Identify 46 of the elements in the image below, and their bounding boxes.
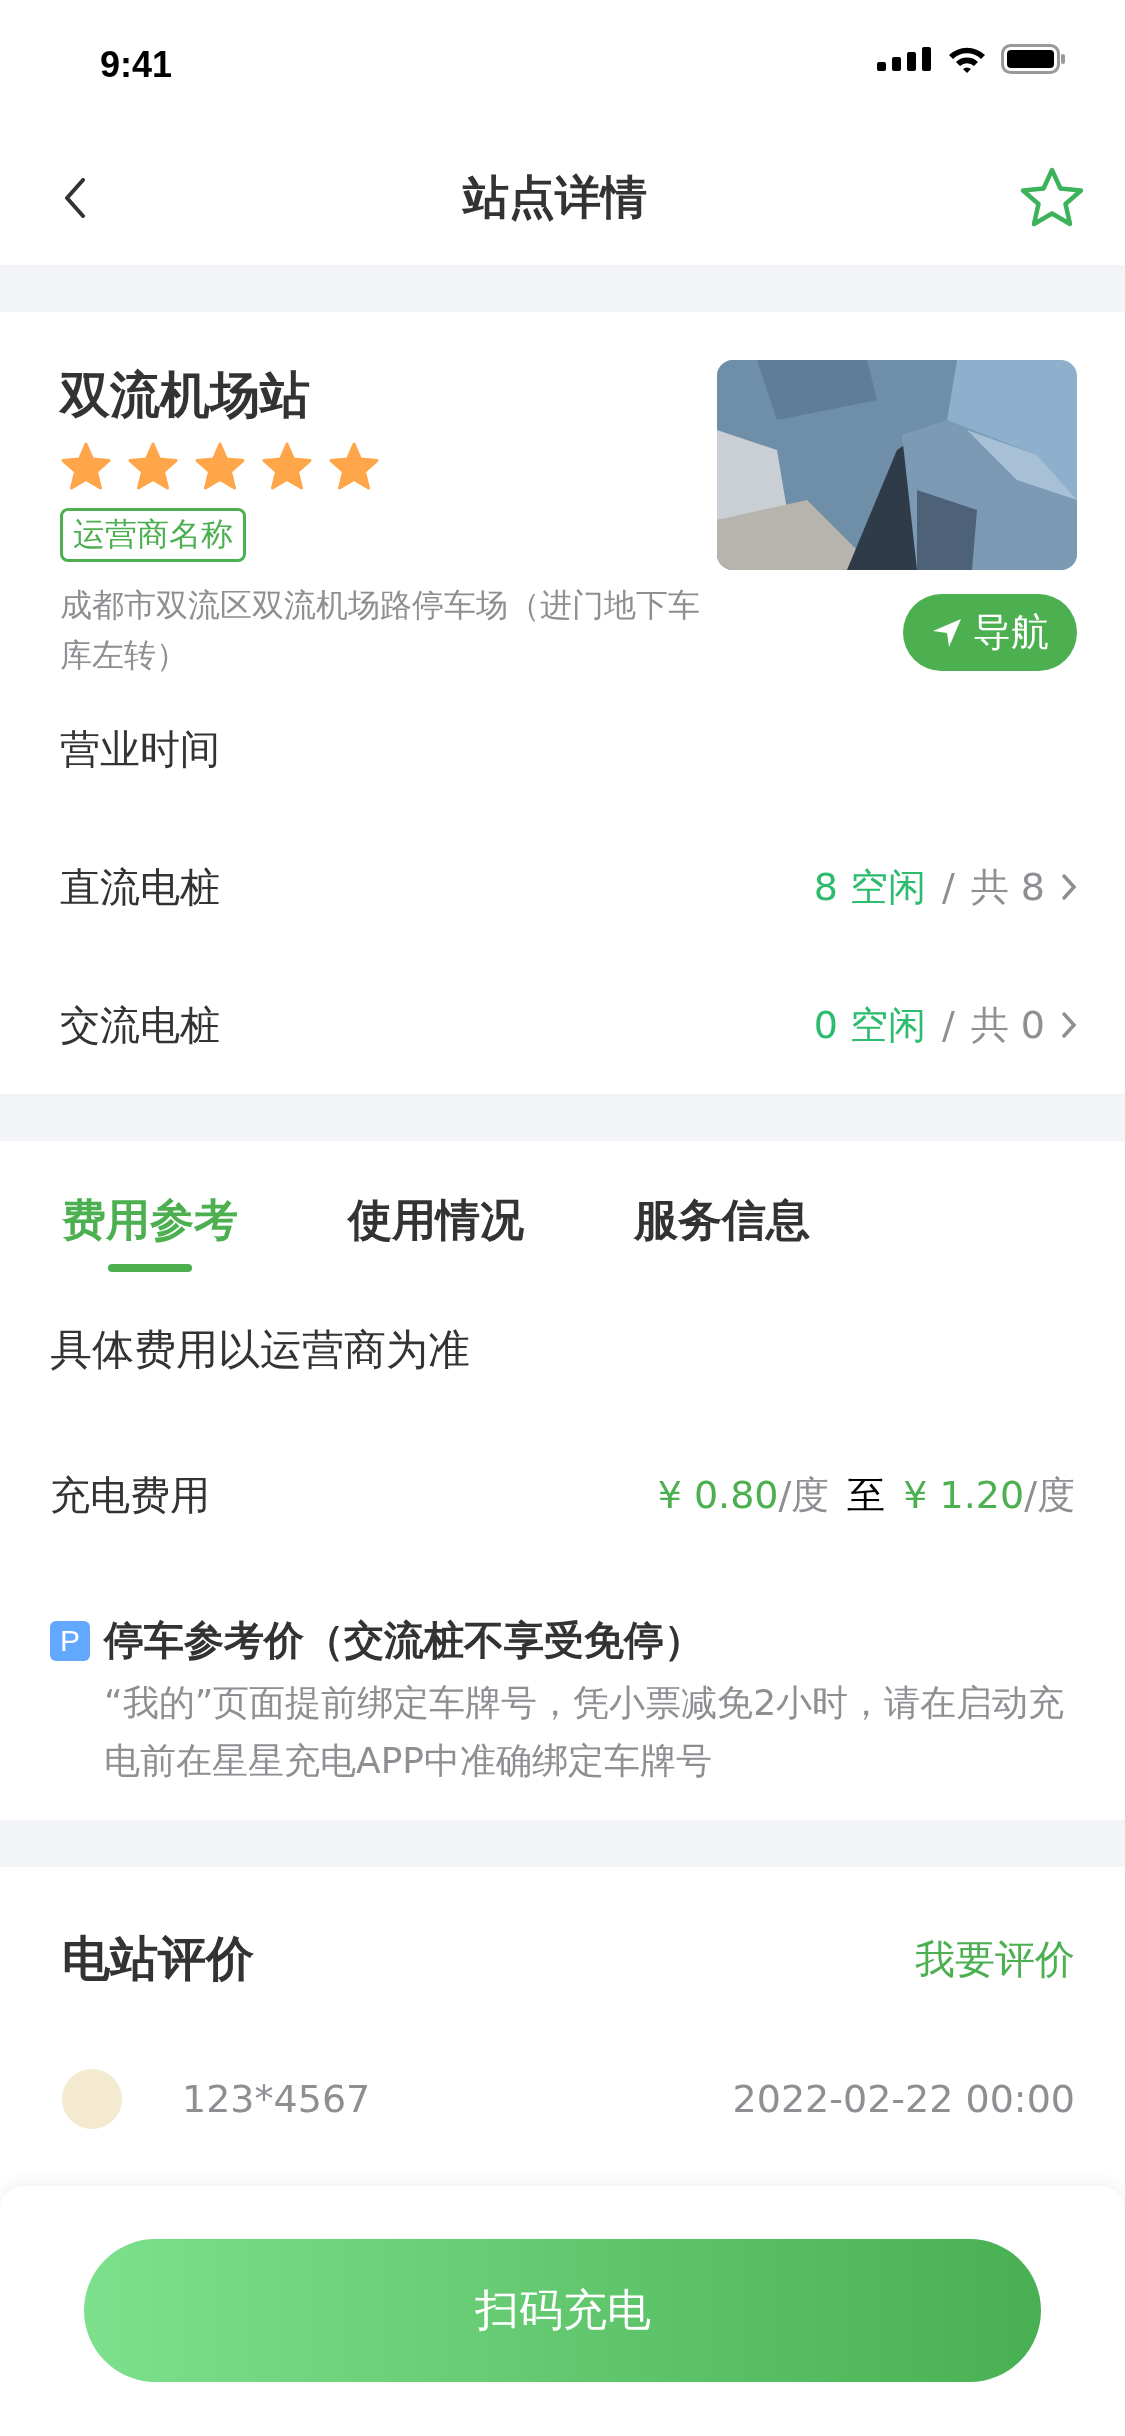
navigate-button[interactable]: 导航: [903, 594, 1077, 671]
star-icon: [328, 442, 380, 492]
price: ¥ 0.80: [657, 1473, 779, 1517]
free-count: 8 空闲: [813, 863, 926, 911]
tab[interactable]: 服务信息: [634, 1191, 810, 1272]
chevron-right-icon: [1061, 873, 1077, 901]
signal-icon: [877, 47, 933, 71]
star-icon: [127, 442, 179, 492]
free-count: 0 空闲: [813, 1001, 926, 1049]
fee-note: 具体费用以运营商为准: [50, 1324, 471, 1376]
row-label: 营业时间: [60, 724, 220, 774]
parking-title: 停车参考价（交流桩不享受免停）: [104, 1616, 704, 1665]
location-arrow-icon: [931, 616, 963, 649]
review-date: 2022-02-22 00:00: [732, 2077, 1075, 2121]
chevron-right-icon: [1061, 1011, 1077, 1039]
star-icon: [194, 442, 246, 492]
fee-label: 充电费用: [50, 1471, 210, 1520]
price-unit: /度: [778, 1472, 830, 1519]
operator-tag: 运营商名称: [60, 508, 246, 562]
write-review-link[interactable]: 我要评价: [915, 1931, 1075, 1987]
row-label: 交流电桩: [60, 1000, 220, 1050]
parking-badge: P: [50, 1620, 90, 1661]
tab[interactable]: 费用参考: [62, 1191, 238, 1272]
page-title: 站点详情: [462, 168, 647, 226]
back-icon: [64, 177, 86, 218]
parking-description: “我的”页面提前绑定车牌号，凭小票减免2小时，请在启动充电前在星星充电APP中准确绑定车牌号: [104, 1681, 1066, 1783]
scan-charge-button[interactable]: 扫码充电: [84, 2239, 1041, 2382]
star-icon: [261, 442, 313, 492]
station-address: 成都市双流区双流机场路停车场（进门地下车库左转）: [60, 585, 700, 676]
station-name: 双流机场站: [60, 365, 310, 426]
wifi-icon: [947, 45, 987, 73]
row-label: 直流电桩: [60, 862, 220, 912]
range-word: 至: [847, 1472, 886, 1519]
reviewer-name: 123*4567: [182, 2077, 371, 2121]
status-time: 9:41: [100, 44, 173, 86]
price-unit: /度: [1024, 1472, 1075, 1519]
separator: /: [941, 1003, 955, 1047]
total-count: 共 0: [970, 1001, 1045, 1049]
separator: /: [941, 865, 955, 909]
battery-icon: [1001, 44, 1067, 74]
price: ¥ 1.20: [903, 1473, 1025, 1517]
total-count: 共 8: [970, 863, 1045, 911]
avatar: [62, 2069, 122, 2129]
star-icon: [60, 442, 112, 492]
tab[interactable]: 使用情况: [348, 1191, 524, 1272]
section-title: 电站评价: [62, 1929, 254, 1988]
